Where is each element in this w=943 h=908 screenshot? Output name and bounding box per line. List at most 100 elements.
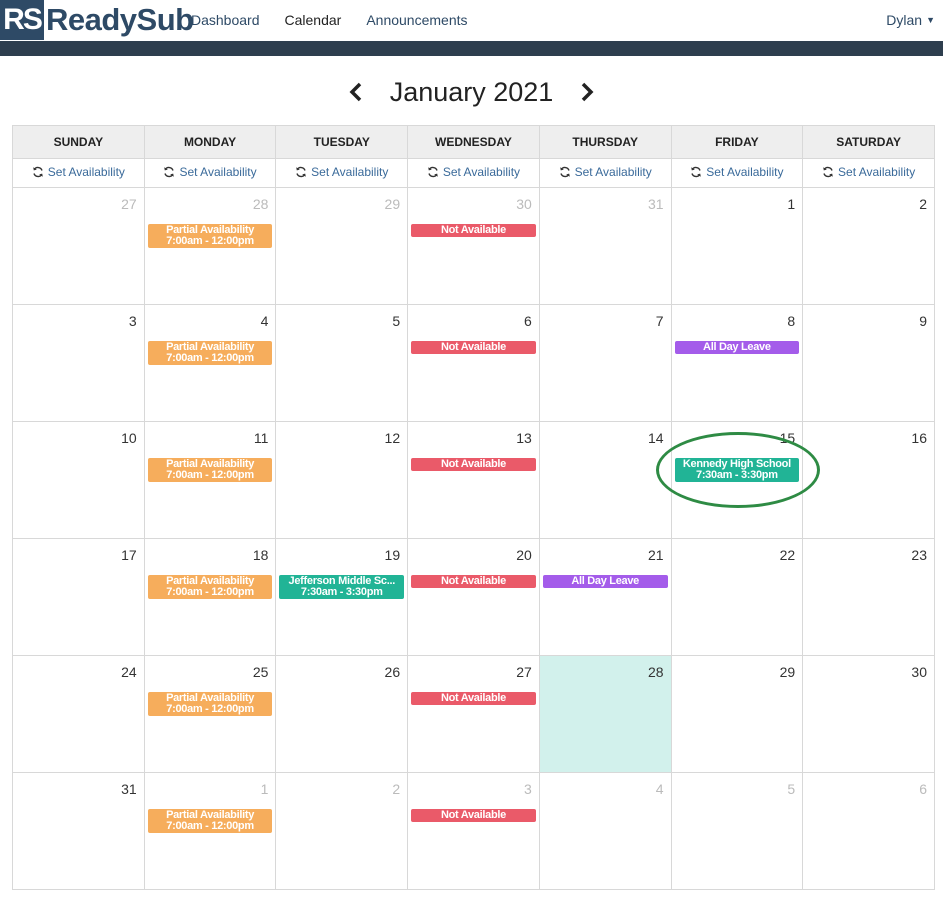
event-title: Kennedy High School [682, 459, 791, 470]
day-cell[interactable]: 23 [802, 538, 935, 656]
calendar-event[interactable]: Not Available [411, 575, 536, 588]
month-title: January 2021 [389, 76, 554, 107]
day-cell[interactable]: 3 Not Available [407, 772, 540, 890]
set-availability-link[interactable]: Set Availability [822, 165, 915, 179]
event-title: Partial Availability [166, 693, 255, 704]
day-number: 17 [121, 547, 137, 563]
day-cell[interactable]: 10 [12, 421, 145, 539]
day-cell[interactable]: 20 Not Available [407, 538, 540, 656]
set-availability-label: Set Availability [47, 165, 125, 179]
readysub-logo[interactable]: RS ReadySub [0, 0, 194, 40]
day-cell[interactable]: 9 [802, 304, 935, 422]
nav-dashboard[interactable]: Dashboard [191, 12, 260, 28]
day-cell[interactable]: 26 [275, 655, 409, 773]
day-cell[interactable]: 3 [12, 304, 145, 422]
calendar-event[interactable]: Partial Availability 7:00am - 12:00pm [147, 458, 273, 482]
weekday-header-row: Sunday Monday Tuesday Wednesday Thursday… [12, 125, 935, 159]
calendar-event[interactable]: Partial Availability 7:00am - 12:00pm [147, 341, 273, 365]
day-cell[interactable]: 16 [802, 421, 935, 539]
day-cell[interactable]: 15 Kennedy High School 7:30am - 3:30pm [670, 421, 804, 539]
day-cell[interactable]: 1 Partial Availability 7:00am - 12:00pm [143, 772, 277, 890]
set-availability-cell: Set Availability [538, 158, 672, 188]
weekday-header: Wednesday [407, 125, 540, 159]
day-number: 5 [787, 781, 796, 797]
event-time: 7:30am - 3:30pm [696, 470, 778, 481]
day-cell[interactable]: 2 [802, 187, 935, 305]
day-cell[interactable]: 7 [538, 304, 672, 422]
day-cell[interactable]: 25 Partial Availability 7:00am - 12:00pm [143, 655, 277, 773]
calendar-event[interactable]: Not Available [411, 692, 536, 705]
day-cell[interactable]: 14 [538, 421, 672, 539]
day-cell[interactable]: 6 Not Available [407, 304, 540, 422]
calendar-event[interactable]: Partial Availability 7:00am - 12:00pm [147, 692, 273, 716]
day-cell[interactable]: 27 [12, 187, 145, 305]
calendar-event[interactable]: Not Available [411, 341, 536, 354]
calendar-event[interactable]: All Day Leave [674, 341, 800, 354]
day-cell[interactable]: 31 [12, 772, 145, 890]
calendar-event[interactable]: Partial Availability 7:00am - 12:00pm [147, 575, 273, 599]
prev-month-button[interactable] [344, 80, 368, 104]
day-number: 2 [392, 781, 401, 797]
day-number: 15 [779, 430, 796, 446]
set-availability-link[interactable]: Set Availability [690, 165, 783, 179]
nav-announcements[interactable]: Announcements [366, 12, 467, 28]
day-cell[interactable]: 31 [538, 187, 672, 305]
calendar-event[interactable]: Not Available [411, 224, 536, 237]
day-number: 24 [121, 664, 137, 680]
set-availability-link[interactable]: Set Availability [32, 165, 125, 179]
day-cell[interactable]: 8 All Day Leave [670, 304, 804, 422]
nav-calendar[interactable]: Calendar [285, 12, 342, 28]
set-availability-link[interactable]: Set Availability [163, 165, 257, 179]
day-cell[interactable]: 21 All Day Leave [538, 538, 672, 656]
day-cell[interactable]: 5 [275, 304, 409, 422]
day-number: 28 [252, 196, 269, 212]
set-availability-link[interactable]: Set Availability [559, 165, 652, 179]
day-cell[interactable]: 12 [275, 421, 409, 539]
day-cell[interactable]: 17 [12, 538, 145, 656]
day-cell[interactable]: 24 [12, 655, 145, 773]
day-cell[interactable]: 2 [275, 772, 409, 890]
calendar-event[interactable]: All Day Leave [542, 575, 668, 588]
day-number: 25 [252, 664, 269, 680]
day-number: 19 [384, 547, 401, 563]
set-availability-cell: Set Availability [670, 158, 804, 188]
set-availability-link[interactable]: Set Availability [295, 165, 388, 179]
day-cell[interactable]: 22 [670, 538, 804, 656]
event-title: Not Available [440, 459, 506, 470]
calendar-event[interactable]: Partial Availability 7:00am - 12:00pm [147, 809, 273, 833]
day-cell[interactable]: 30 Not Available [407, 187, 540, 305]
next-month-button[interactable] [575, 80, 599, 104]
day-cell[interactable]: 5 [670, 772, 804, 890]
day-number: 20 [516, 547, 532, 563]
day-cell[interactable]: 28 Partial Availability 7:00am - 12:00pm [143, 187, 277, 305]
day-cell-today[interactable]: 28 [538, 655, 672, 773]
day-cell[interactable]: 4 [538, 772, 672, 890]
day-cell[interactable]: 29 [275, 187, 409, 305]
day-number: 21 [647, 547, 664, 563]
weekday-header: Monday [143, 125, 277, 159]
day-cell[interactable]: 19 Jefferson Middle Sc... 7:30am - 3:30pm [275, 538, 409, 656]
calendar-event[interactable]: Not Available [411, 458, 536, 471]
day-cell[interactable]: 6 [802, 772, 935, 890]
calendar-event[interactable]: Kennedy High School 7:30am - 3:30pm [674, 458, 800, 482]
event-time: 7:00am - 12:00pm [166, 704, 254, 715]
day-cell[interactable]: 4 Partial Availability 7:00am - 12:00pm [143, 304, 277, 422]
refresh-icon [32, 166, 43, 178]
day-cell[interactable]: 18 Partial Availability 7:00am - 12:00pm [143, 538, 277, 656]
set-availability-link[interactable]: Set Availability [427, 165, 520, 179]
day-number: 29 [384, 196, 401, 212]
day-cell[interactable]: 13 Not Available [407, 421, 540, 539]
calendar-event[interactable]: Jefferson Middle Sc... 7:30am - 3:30pm [279, 575, 405, 599]
day-cell[interactable]: 30 [802, 655, 935, 773]
set-availability-label: Set Availability [706, 165, 784, 179]
day-cell[interactable]: 1 [670, 187, 804, 305]
day-cell[interactable]: 27 Not Available [407, 655, 540, 773]
day-cell[interactable]: 11 Partial Availability 7:00am - 12:00pm [143, 421, 277, 539]
set-availability-label: Set Availability [442, 165, 521, 179]
day-cell[interactable]: 29 [670, 655, 804, 773]
user-menu[interactable]: Dylan ▼ [886, 12, 935, 28]
calendar-event[interactable]: Partial Availability 7:00am - 12:00pm [147, 224, 273, 248]
calendar-event[interactable]: Not Available [411, 809, 536, 822]
day-number: 31 [121, 781, 137, 797]
day-number: 12 [384, 430, 401, 446]
